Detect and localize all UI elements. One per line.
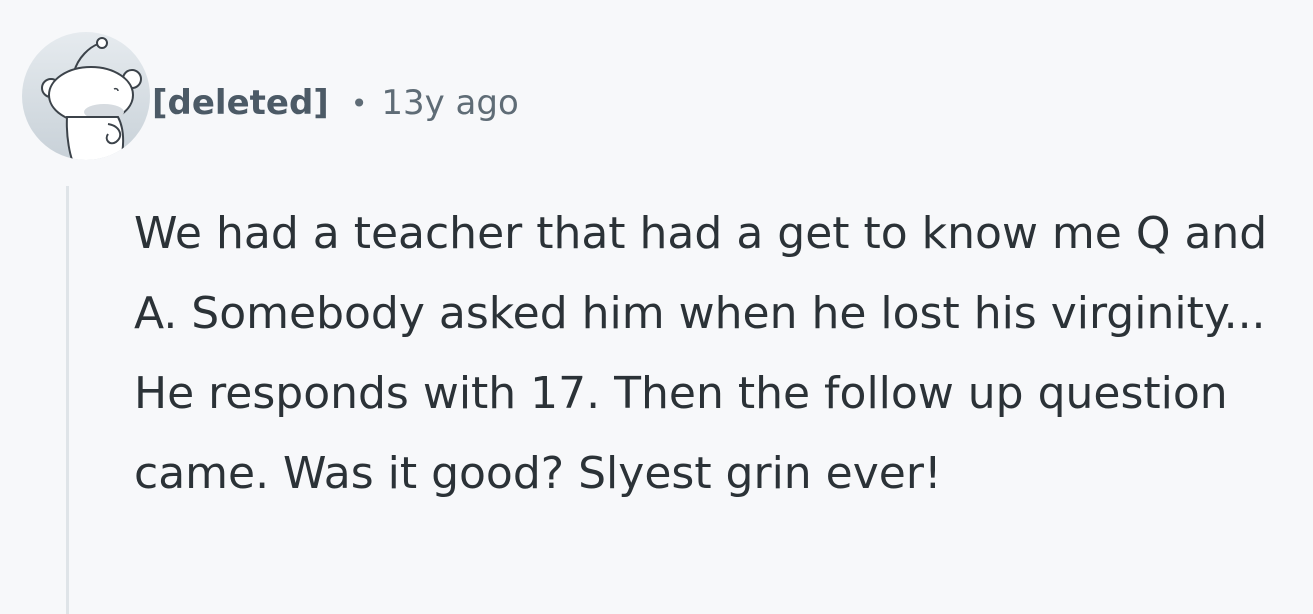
reddit-snoo-default-icon: [41, 37, 142, 160]
comment: [deleted] • 13y ago We had a teacher tha…: [0, 0, 1313, 614]
comment-text: We had a teacher that had a get to know …: [134, 208, 1268, 499]
avatar[interactable]: [22, 32, 150, 160]
comment-body: We had a teacher that had a get to know …: [134, 194, 1304, 514]
thread-line[interactable]: [66, 186, 69, 614]
timestamp[interactable]: 13y ago: [381, 83, 518, 123]
separator-dot: •: [350, 86, 368, 120]
comment-meta: [deleted] • 13y ago: [152, 78, 519, 128]
author-name[interactable]: [deleted]: [152, 83, 329, 123]
